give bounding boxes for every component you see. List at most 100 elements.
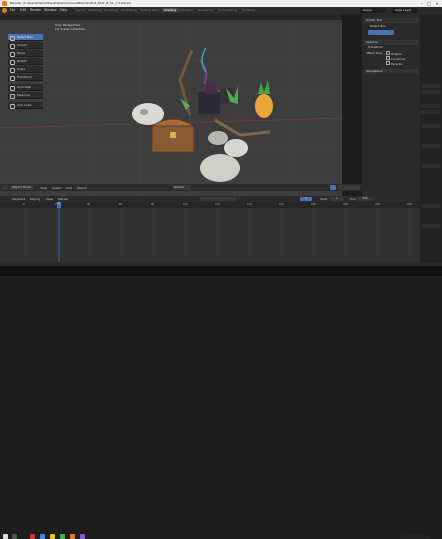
menu-select[interactable]: Select	[52, 186, 61, 190]
timeline-frame-label: 80	[151, 203, 155, 206]
annotate-icon	[10, 86, 15, 91]
scene-selector[interactable]: Scene	[360, 8, 386, 13]
window-titlebar: Blender [C:\Users\Owner\Desktop\Immersiv…	[0, 0, 442, 7]
workspace-header[interactable]: Workspace	[364, 69, 418, 74]
menu-playback[interactable]: Playback	[12, 197, 25, 201]
tab-workspace-animation[interactable]: Animation	[178, 8, 193, 12]
active-tool-name-label: Select Box	[370, 24, 386, 28]
scene-objects[interactable]	[120, 40, 290, 190]
timeline-frame-label: 60	[119, 203, 123, 206]
shading-modes-group[interactable]	[338, 185, 360, 190]
measure-icon	[10, 94, 15, 99]
view-layer-selector[interactable]: View Layer	[392, 8, 418, 13]
timeline-frame-label: 240	[407, 203, 412, 206]
outliner-row[interactable]	[421, 124, 441, 128]
blender-menu-icon[interactable]	[2, 8, 7, 13]
scale-icon	[10, 68, 15, 73]
workspace-header-label: Workspace	[366, 69, 383, 73]
select-mode-buttons[interactable]	[368, 30, 394, 35]
minimize-icon[interactable]: –	[419, 1, 425, 6]
current-frame-field[interactable]: 1	[300, 197, 312, 201]
timeline-frame-label: 120	[215, 203, 220, 206]
menu-edit[interactable]: Edit	[20, 8, 26, 12]
end-label: End	[350, 197, 356, 201]
folder-icon[interactable]	[50, 534, 55, 539]
search-icon[interactable]	[12, 534, 17, 539]
system-tray[interactable]	[400, 535, 430, 539]
tool-measure[interactable]: Measure	[8, 92, 43, 99]
3d-viewport[interactable]: User Perspective (1) Scene Collection Se…	[0, 14, 342, 196]
tab-workspace-compositing[interactable]: Compositing	[218, 8, 237, 12]
maximize-icon[interactable]: □	[426, 1, 432, 6]
checkbox-icon	[386, 61, 390, 65]
taskbar-app-icon[interactable]	[40, 534, 45, 539]
tab-workspace-shading[interactable]: Shading	[162, 8, 179, 12]
close-icon[interactable]: ×	[434, 1, 440, 6]
end-frame-field[interactable]: 250	[358, 197, 372, 201]
tool-select-box[interactable]: Select Box	[8, 34, 43, 41]
menu-keying[interactable]: Keying	[30, 197, 40, 201]
tool-label: Measure	[17, 93, 30, 97]
taskbar-app-icon[interactable]	[80, 534, 85, 539]
outliner-row[interactable]	[421, 164, 441, 168]
mode-selector[interactable]: Object Mode	[10, 185, 34, 190]
menu-object[interactable]: Object	[77, 186, 87, 190]
editor-type-icon[interactable]	[2, 185, 8, 190]
tool-label: Scale	[17, 67, 26, 71]
outliner-row[interactable]	[421, 110, 441, 114]
viewport-footer-bar: Object Mode View Select Add Object Globa…	[0, 184, 362, 191]
menu-view[interactable]: View	[40, 186, 47, 190]
outliner-row[interactable]	[421, 104, 441, 108]
view-layer-name: View Layer	[395, 8, 412, 12]
top-menubar: File Edit Render Window Help Layout Mode…	[0, 7, 442, 14]
viewport-info: User Perspective (1) Scene Collection	[55, 23, 85, 31]
outliner-row[interactable]	[421, 84, 441, 88]
tool-cursor[interactable]: Cursor	[8, 42, 43, 49]
menu-file[interactable]: File	[10, 8, 15, 12]
viewport-shading-icon[interactable]	[330, 185, 336, 190]
transform-header[interactable]: Transform	[364, 45, 418, 50]
scene-name: Scene	[363, 8, 373, 12]
orientation-selector[interactable]: Global	[172, 185, 190, 190]
tool-add-cube[interactable]: Add Cube	[8, 102, 43, 109]
tab-workspace-sculpting[interactable]: Sculpting	[104, 8, 118, 12]
blender-taskbar-icon[interactable]	[70, 534, 75, 539]
transform-icon	[10, 76, 15, 81]
mode-label: Object Mode	[12, 185, 31, 189]
outliner-row[interactable]	[421, 144, 441, 148]
tab-workspace-texture-paint[interactable]: Texture Paint	[140, 8, 159, 12]
tab-workspace-rendering[interactable]: Rendering	[198, 8, 213, 12]
tool-scale[interactable]: Scale	[8, 66, 43, 73]
outliner-row[interactable]	[421, 224, 441, 228]
tool-rotate[interactable]: Rotate	[8, 58, 43, 65]
windows-start-icon[interactable]	[3, 534, 8, 539]
outliner-row[interactable]	[421, 90, 441, 94]
taskbar-app-icon[interactable]	[30, 534, 35, 539]
menu-render[interactable]: Render	[30, 8, 41, 12]
timeline-area[interactable]	[0, 208, 420, 262]
tool-label: Transform	[17, 75, 32, 79]
tool-transform[interactable]: Transform	[8, 74, 43, 81]
timeline-frame-label: 220	[375, 203, 380, 206]
menu-timeline-view[interactable]: View	[46, 197, 53, 201]
tab-workspace-scripting[interactable]: Scripting	[242, 8, 255, 12]
tab-workspace-uv-editing[interactable]: UV Editing	[121, 8, 137, 12]
taskbar-app-icon[interactable]	[60, 534, 65, 539]
playback-controls[interactable]	[200, 197, 236, 201]
tool-label: Annotate	[17, 85, 31, 89]
tool-label: Select Box	[17, 35, 33, 39]
tab-workspace-modeling[interactable]: Modeling	[88, 8, 102, 12]
start-frame-field[interactable]: 1	[330, 197, 344, 201]
menu-window[interactable]: Window	[44, 8, 57, 12]
menu-help[interactable]: Help	[60, 8, 67, 12]
checkbox-icon	[386, 51, 390, 55]
menu-add[interactable]: Add	[66, 186, 72, 190]
active-tool-header[interactable]: Active Tool	[364, 18, 418, 23]
tool-annotate[interactable]: Annotate	[8, 84, 43, 91]
outliner-row[interactable]	[421, 204, 441, 208]
menu-marker[interactable]: Marker	[58, 197, 68, 201]
checkbox-parents[interactable]: Parents	[386, 61, 416, 66]
tab-workspace-layout[interactable]: Layout	[75, 8, 85, 12]
tool-move[interactable]: Move	[8, 50, 43, 57]
select-box-icon	[10, 36, 15, 41]
